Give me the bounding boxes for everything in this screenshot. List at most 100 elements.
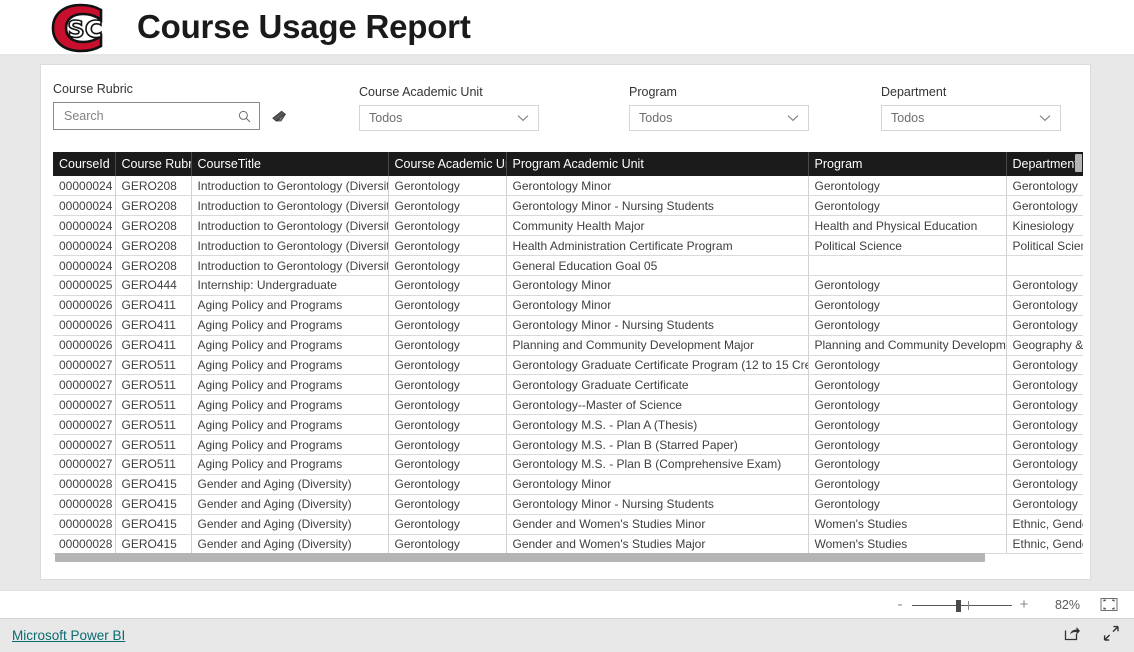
column-header-course-rubric[interactable]: Course Rubric — [115, 152, 192, 176]
table-cell: 00000026 — [53, 295, 116, 316]
table-row[interactable]: 00000026 GERO411 Aging Policy and Programs… — [53, 315, 1083, 336]
table-horizontal-scroll-thumb[interactable] — [55, 553, 985, 562]
table-cell: Aging Policy and Programs — [191, 335, 389, 356]
zoom-slider[interactable] — [912, 599, 1012, 612]
table-row[interactable]: 00000025 GERO444 Internship: Undergraduate… — [53, 275, 1083, 296]
search-input[interactable]: Search — [53, 102, 260, 130]
table-cell: Gerontology M.S. - Plan A (Thesis) — [506, 414, 809, 436]
table-row[interactable]: 00000027 GERO511 Aging Policy and Programs… — [53, 374, 1083, 396]
table-cell: Ethnic, Gender & Women's Studies — [1006, 534, 1083, 554]
table-cell: Gerontology — [808, 414, 1007, 436]
table-cell: GERO208 — [115, 215, 192, 237]
table-cell: Gerontology — [808, 434, 1007, 455]
table-cell: GERO411 — [115, 315, 192, 336]
table-row[interactable]: 00000026 GERO411 Aging Policy and Programs… — [53, 335, 1083, 356]
table-row[interactable]: 00000024 GERO208 Introduction to Gerontolo… — [53, 255, 1083, 276]
table-cell: Gerontology — [388, 275, 507, 296]
table-row[interactable]: 00000028 GERO415 Gender and Aging (Diversi… — [53, 494, 1083, 515]
table-body: 00000024 GERO208 Introduction to Gerontolo… — [53, 176, 1083, 554]
column-header-courseid[interactable]: CourseId — [53, 152, 116, 176]
page-title: Course Usage Report — [137, 8, 471, 45]
table-cell: Introduction to Gerontology (Diversity) — [191, 235, 389, 257]
table-cell: GERO208 — [115, 195, 192, 217]
table-cell: Gerontology — [388, 494, 507, 515]
column-header-coursetitle[interactable]: CourseTitle — [191, 152, 389, 176]
table-row[interactable]: 00000027 GERO511 Aging Policy and Programs… — [53, 434, 1083, 455]
table-cell: Introduction to Gerontology (Diversity) — [191, 176, 389, 197]
zoom-control: - + 82% — [892, 597, 1118, 612]
table-cell: Gerontology Minor — [506, 474, 809, 495]
column-header-course-academic-unit[interactable]: Course Academic Unit — [388, 152, 507, 176]
department-value: Todos — [891, 111, 925, 125]
table-row[interactable]: 00000024 GERO208 Introduction to Gerontolo… — [53, 176, 1083, 197]
microsoft-power-bi-link[interactable]: Microsoft Power BI — [12, 628, 125, 643]
program-value: Todos — [639, 111, 673, 125]
table-cell: Aging Policy and Programs — [191, 374, 389, 396]
zoom-percent-label: 82% — [1054, 597, 1080, 612]
program-dropdown[interactable]: Todos — [629, 105, 809, 131]
table-cell: Ethnic, Gender & Women's Studies — [1006, 514, 1083, 535]
table-row[interactable]: 00000028 GERO415 Gender and Aging (Diversi… — [53, 534, 1083, 554]
table-cell: Gerontology — [388, 335, 507, 356]
table-row[interactable]: 00000027 GERO511 Aging Policy and Programs… — [53, 355, 1083, 376]
zoom-slider-thumb[interactable] — [956, 599, 961, 612]
chevron-down-icon — [1039, 114, 1051, 122]
filter-course-academic-unit: Course Academic Unit Todos — [359, 85, 539, 131]
share-icon[interactable] — [1064, 625, 1081, 646]
filter-department-label: Department — [881, 85, 947, 99]
table-row[interactable]: 00000027 GERO511 Aging Policy and Programs… — [53, 454, 1083, 475]
zoom-out-button[interactable]: - — [892, 597, 908, 612]
eraser-icon[interactable] — [272, 110, 287, 123]
table-cell: GERO208 — [115, 176, 192, 197]
table-cell: GERO511 — [115, 434, 192, 455]
table-row[interactable]: 00000028 GERO415 Gender and Aging (Diversi… — [53, 474, 1083, 495]
table-cell: GERO208 — [115, 235, 192, 257]
table-cell: Gerontology Minor - Nursing Students — [506, 315, 809, 336]
table-cell: Aging Policy and Programs — [191, 315, 389, 336]
table-horizontal-scrollbar[interactable] — [53, 553, 1074, 562]
table-cell: Gerontology — [1006, 454, 1083, 475]
table-cell: Aging Policy and Programs — [191, 434, 389, 455]
footer-actions — [1064, 625, 1120, 646]
table-cell: Gerontology — [1006, 434, 1083, 455]
zoom-slider-rail — [912, 604, 1012, 606]
fit-to-page-icon[interactable] — [1100, 597, 1118, 612]
table-cell: Gerontology — [808, 454, 1007, 475]
report-page: Course Rubric Search Course Academic Uni… — [41, 65, 1090, 579]
table-cell: GERO511 — [115, 414, 192, 436]
table-cell: 00000028 — [53, 534, 116, 554]
course-academic-unit-dropdown[interactable]: Todos — [359, 105, 539, 131]
table-cell: Health Administration Certificate Progra… — [506, 235, 809, 257]
fullscreen-icon[interactable] — [1103, 625, 1120, 646]
table-row[interactable]: 00000026 GERO411 Aging Policy and Programs… — [53, 295, 1083, 316]
zoom-in-button[interactable]: + — [1016, 597, 1032, 612]
table-header-row: CourseIdCourse RubricCourseTitleCourse A… — [53, 152, 1083, 176]
department-dropdown[interactable]: Todos — [881, 105, 1061, 131]
table-scroll-region[interactable]: CourseIdCourse RubricCourseTitleCourse A… — [53, 152, 1083, 554]
table-cell: 00000024 — [53, 176, 116, 197]
table-cell: Gerontology — [1006, 394, 1083, 416]
table-vertical-scroll-thumb[interactable] — [1075, 154, 1082, 172]
table-row[interactable]: 00000028 GERO415 Gender and Aging (Diversi… — [53, 514, 1083, 535]
table-vertical-scrollbar[interactable] — [1074, 152, 1083, 554]
table-cell: Gerontology — [808, 355, 1007, 376]
chevron-down-icon — [787, 114, 799, 122]
table-row[interactable]: 00000024 GERO208 Introduction to Gerontolo… — [53, 235, 1083, 257]
table-cell: Introduction to Gerontology (Diversity) — [191, 255, 389, 276]
table-cell: Introduction to Gerontology (Diversity) — [191, 195, 389, 217]
table-cell: Gerontology — [388, 374, 507, 396]
table-cell: 00000027 — [53, 394, 116, 416]
table-row[interactable]: 00000027 GERO511 Aging Policy and Programs… — [53, 394, 1083, 416]
table-cell: Gerontology — [1006, 474, 1083, 495]
table-row[interactable]: 00000024 GERO208 Introduction to Gerontolo… — [53, 215, 1083, 237]
chevron-down-icon — [517, 114, 529, 122]
table-row[interactable]: 00000027 GERO511 Aging Policy and Programs… — [53, 414, 1083, 436]
table-cell: GERO415 — [115, 534, 192, 554]
column-header-program-academic-unit[interactable]: Program Academic Unit — [506, 152, 809, 176]
column-header-department[interactable]: Department — [1006, 152, 1083, 176]
table-cell: 00000025 — [53, 275, 116, 296]
table-cell: GERO444 — [115, 275, 192, 296]
table-cell: Health and Physical Education — [808, 215, 1007, 237]
column-header-program[interactable]: Program — [808, 152, 1007, 176]
table-row[interactable]: 00000024 GERO208 Introduction to Gerontolo… — [53, 195, 1083, 217]
